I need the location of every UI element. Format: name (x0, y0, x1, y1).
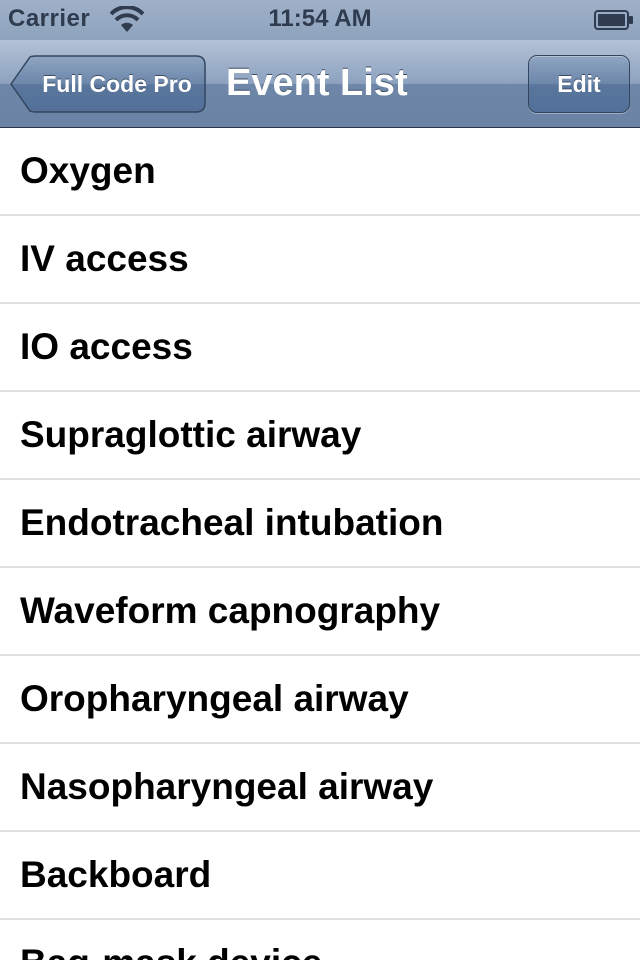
event-list: Oxygen IV access IO access Supraglottic … (0, 128, 640, 960)
list-item[interactable]: Bag-mask device (0, 920, 640, 960)
list-item[interactable]: Oxygen (0, 128, 640, 216)
page-title: Event List (226, 62, 408, 104)
back-button[interactable]: Full Code Pro (10, 55, 206, 113)
list-item[interactable]: Endotracheal intubation (0, 480, 640, 568)
status-bar: Carrier 11:54 AM (0, 0, 640, 40)
battery-icon (594, 10, 633, 30)
list-item[interactable]: IV access (0, 216, 640, 304)
edit-button[interactable]: Edit (528, 55, 630, 113)
list-item[interactable]: Supraglottic airway (0, 392, 640, 480)
list-item[interactable]: IO access (0, 304, 640, 392)
list-item[interactable]: Backboard (0, 832, 640, 920)
list-item[interactable]: Nasopharyngeal airway (0, 744, 640, 832)
back-button-label: Full Code Pro (42, 71, 192, 97)
list-item[interactable]: Oropharyngeal airway (0, 656, 640, 744)
status-time: 11:54 AM (268, 5, 372, 32)
navigation-bar: Full Code Pro Event List Edit (0, 40, 640, 128)
list-item[interactable]: Waveform capnography (0, 568, 640, 656)
